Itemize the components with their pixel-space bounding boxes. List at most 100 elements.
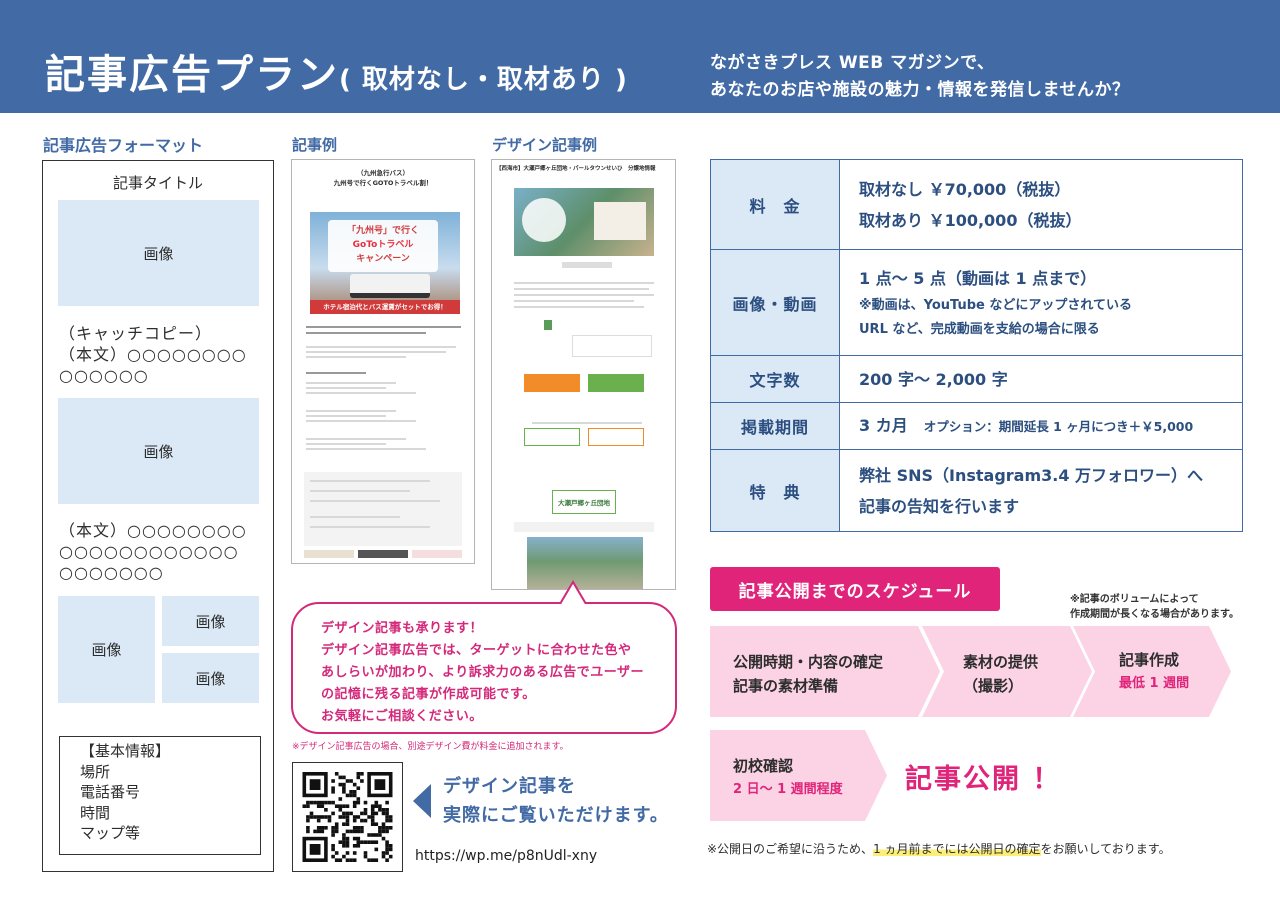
perk-label: 特 典: [710, 449, 840, 532]
tree-icon: [544, 320, 552, 330]
design-divider: [562, 262, 612, 268]
text-line: [306, 415, 386, 417]
fee-with-interview: 取材あり ￥100,000（税抜）: [859, 210, 1082, 230]
step-4-line-1: 初校確認: [733, 757, 794, 775]
design-example-heading: デザイン記事例: [492, 136, 598, 154]
example-info-box: [304, 472, 462, 546]
image-label: 画像: [143, 442, 174, 461]
example-mini-title: （九州急行バス） 九州号で行くGOTOトラベル割！: [292, 168, 474, 188]
perk-line-1: 弊社 SNS（Instagram3.4 万フォロワー）へ: [859, 465, 1204, 485]
example-mini-title-2: 九州号で行くGOTOトラベル割！: [333, 179, 433, 187]
text-line: [306, 356, 406, 358]
text-line: [306, 351, 446, 353]
article-format-panel: 記事タイトル 画像 （キャッチコピー） （本文）○○○○○○○○ ○○○○○○ …: [42, 160, 274, 872]
chars-value: 200 字～ 2,000 字: [839, 355, 1243, 403]
media-note-2: URL など、完成動画を支給の場合に限る: [859, 322, 1100, 337]
step-3-line-1: 記事作成: [1119, 651, 1180, 669]
text-line: [306, 382, 396, 384]
step-4-text: 初校確認 2 日～ 1 週間程度: [733, 754, 843, 802]
step-2-line-2: （撮影）: [963, 677, 1024, 695]
price-row-fee: 料 金 取材なし ￥70,000（税抜） 取材あり ￥100,000（税抜）: [710, 159, 1243, 250]
bubble-line-5: お気軽にご相談ください。: [321, 709, 483, 724]
step-2-text: 素材の提供 （撮影）: [963, 650, 1038, 698]
text-line: [310, 500, 440, 502]
footnote-highlight: 1 ヵ月前までには公開日の確定: [873, 842, 1041, 856]
qr-code[interactable]: [292, 762, 403, 872]
image-label: 画像: [143, 244, 174, 263]
price-row-chars: 文字数 200 字～ 2,000 字: [710, 355, 1243, 403]
page-title-main: 記事広告プラン: [45, 52, 339, 98]
basic-info-heading: 【基本情報】: [80, 742, 171, 760]
page-title-sub: ( 取材なし・取材あり ): [339, 65, 628, 95]
text-line: [306, 438, 406, 440]
text-line: [310, 526, 430, 528]
schedule-footnote: ※公開日のご希望に沿うため、1 ヵ月前までには公開日の確定をお願いしております。: [707, 840, 1171, 857]
price-table: 料 金 取材なし ￥70,000（税抜） 取材あり ￥100,000（税抜） 画…: [710, 159, 1243, 532]
text-line: [310, 516, 400, 518]
text-line: [306, 410, 396, 412]
format-basic-info: 【基本情報】 場所 電話番号 時間 マップ等: [59, 736, 261, 855]
qr-url-link[interactable]: https://wp.me/p8nUdl-xny: [415, 848, 597, 864]
media-count: 1 点～ 5 点（動画は 1 点まで）: [859, 269, 1097, 288]
bubble-line-2: デザイン記事広告では、ターゲットに合わせた色や: [321, 643, 632, 658]
basic-info-phone: 電話番号: [80, 783, 141, 801]
media-label: 画像・動画: [710, 249, 840, 356]
price-row-perk: 特 典 弊社 SNS（Instagram3.4 万フォロワー）へ 記事の告知を行…: [710, 449, 1243, 532]
text-line: [306, 372, 366, 374]
banner-line-3: キャンペーン: [356, 254, 410, 264]
format-image-3: 画像: [58, 596, 155, 703]
chars-label: 文字数: [710, 355, 840, 403]
media-value: 1 点～ 5 点（動画は 1 点まで） ※動画は、YouTube などにアップさ…: [839, 249, 1243, 356]
format-body-text: （本文）○○○○○○○○ ○○○○○○○○○○○○ ○○○○○○○: [59, 520, 269, 583]
bubble-text: デザイン記事も承ります！ デザイン記事広告では、ターゲットに合わせた色や あしら…: [321, 618, 644, 728]
design-hero-photo: [514, 188, 654, 256]
perk-line-2: 記事の告知を行います: [859, 496, 1020, 516]
example-footer-block: [358, 550, 408, 558]
banner-line-1: 「九州号」で行く: [346, 226, 419, 236]
format-article-title: 記事タイトル: [112, 174, 203, 192]
schedule-heading: 記事公開までのスケジュール: [710, 567, 1000, 611]
step-1-line-2: 記事の素材準備: [733, 677, 839, 695]
catch-line-3: ○○○○○○: [59, 366, 149, 385]
design-price-row: [514, 522, 654, 532]
price-row-period: 掲載期間 3 カ月 オプション：期間延長 1 ヶ月につき＋￥5,000: [710, 402, 1243, 450]
tagline-line-2: あなたのお店や施設の魅力・情報を発信しませんか？: [710, 80, 1130, 100]
footnote-part-1: ※公開日のご希望に沿うため、: [707, 842, 874, 856]
period-option: オプション：期間延長 1 ヶ月につき＋￥5,000: [923, 419, 1194, 434]
design-article-bubble: デザイン記事も承ります！ デザイン記事広告では、ターゲットに合わせた色や あしら…: [291, 602, 677, 734]
header-banner: 記事広告プラン( 取材なし・取材あり ) ながさきプレス WEB マガジンで、 …: [0, 0, 1280, 113]
schedule-note-2: 作成期間が長くなる場合があります。: [1070, 609, 1239, 620]
step-3-text: 記事作成 最低 1 週間: [1119, 648, 1189, 696]
period-value: 3 カ月 オプション：期間延長 1 ヶ月につき＋￥5,000: [839, 402, 1243, 450]
text-line: [306, 346, 456, 348]
design-green-button: [588, 374, 644, 392]
bus-graphic: [350, 274, 430, 298]
format-heading: 記事広告フォーマット: [43, 136, 204, 155]
period-duration: 3 カ月: [859, 416, 908, 435]
step-1-text: 公開時期・内容の確定 記事の素材準備: [733, 650, 883, 698]
format-image-2: 画像: [58, 398, 259, 504]
catch-line-2: （本文）○○○○○○○○: [59, 345, 247, 364]
format-image-1: 画像: [58, 200, 259, 306]
schedule-note: ※記事のボリュームによって 作成期間が長くなる場合があります。: [1070, 592, 1239, 622]
arrow-left-icon: [413, 784, 431, 818]
design-map-link: [524, 428, 580, 446]
period-label: 掲載期間: [710, 402, 840, 450]
qr-code-icon: [302, 772, 393, 862]
example-banner-image: 「九州号」で行く GoToトラベル キャンペーン ホテル宿泊代とバス運賃がセット…: [310, 212, 460, 314]
step-1-line-1: 公開時期・内容の確定: [733, 653, 884, 671]
example-heading: 記事例: [292, 136, 338, 154]
step-2-line-1: 素材の提供: [963, 653, 1039, 671]
design-fee-note: ※デザイン記事広告の場合、別途デザイン費が料金に追加されます。: [292, 742, 569, 752]
tagline-line-1: ながさきプレス WEB マガジンで、: [710, 53, 995, 73]
publish-label: 記事公開 ！: [905, 764, 1062, 795]
text-line: [310, 480, 430, 482]
text-line: [306, 332, 426, 334]
text-line: [306, 326, 461, 328]
bubble-tail: [560, 580, 586, 604]
step-4-line-2: 2 日～ 1 週間程度: [733, 782, 843, 797]
text-line: [306, 387, 386, 389]
fee-label: 料 金: [710, 159, 840, 250]
design-section-title: 大瀬戸郷ヶ丘団地: [552, 490, 616, 514]
example-footer-block: [304, 550, 354, 558]
